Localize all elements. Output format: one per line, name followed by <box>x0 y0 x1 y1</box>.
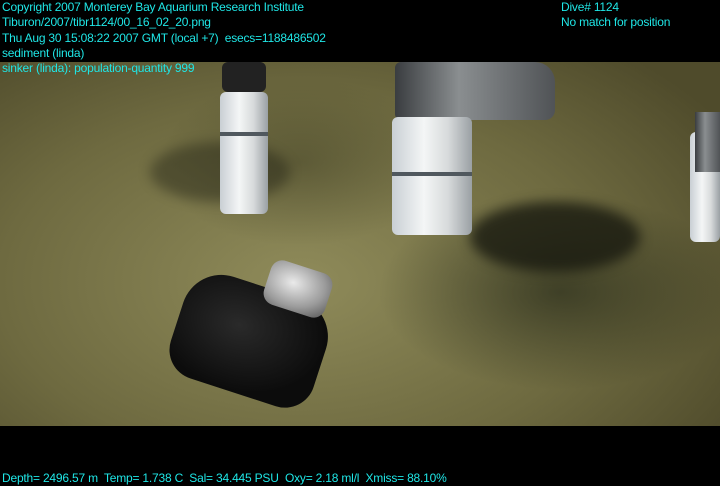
file-path-text: Tiburon/2007/tibr1124/00_16_02_20.png <box>2 15 211 29</box>
core-band <box>220 132 268 136</box>
push-core-left <box>220 92 268 214</box>
core-shadow <box>470 202 640 272</box>
seafloor-image <box>0 62 720 426</box>
copyright-text: Copyright 2007 Monterey Bay Aquarium Res… <box>2 0 304 14</box>
annotation-sediment: sediment (linda) <box>2 46 85 60</box>
sensor-readout: Depth= 2496.57 m Temp= 1.738 C Sal= 34.4… <box>2 471 447 485</box>
dive-number: Dive# 1124 <box>561 0 619 14</box>
core-handle <box>222 62 266 92</box>
core-band <box>392 172 472 176</box>
manipulator-arm <box>395 62 555 120</box>
manipulator-arm-right <box>695 112 720 172</box>
annotation-sinker: sinker (linda): population-quantity 999 <box>2 61 195 75</box>
timestamp-text: Thu Aug 30 15:08:22 2007 GMT (local +7) … <box>2 31 326 45</box>
position-status: No match for position <box>561 15 671 29</box>
video-frame: Copyright 2007 Monterey Bay Aquarium Res… <box>0 0 720 486</box>
push-core-center <box>392 117 472 235</box>
